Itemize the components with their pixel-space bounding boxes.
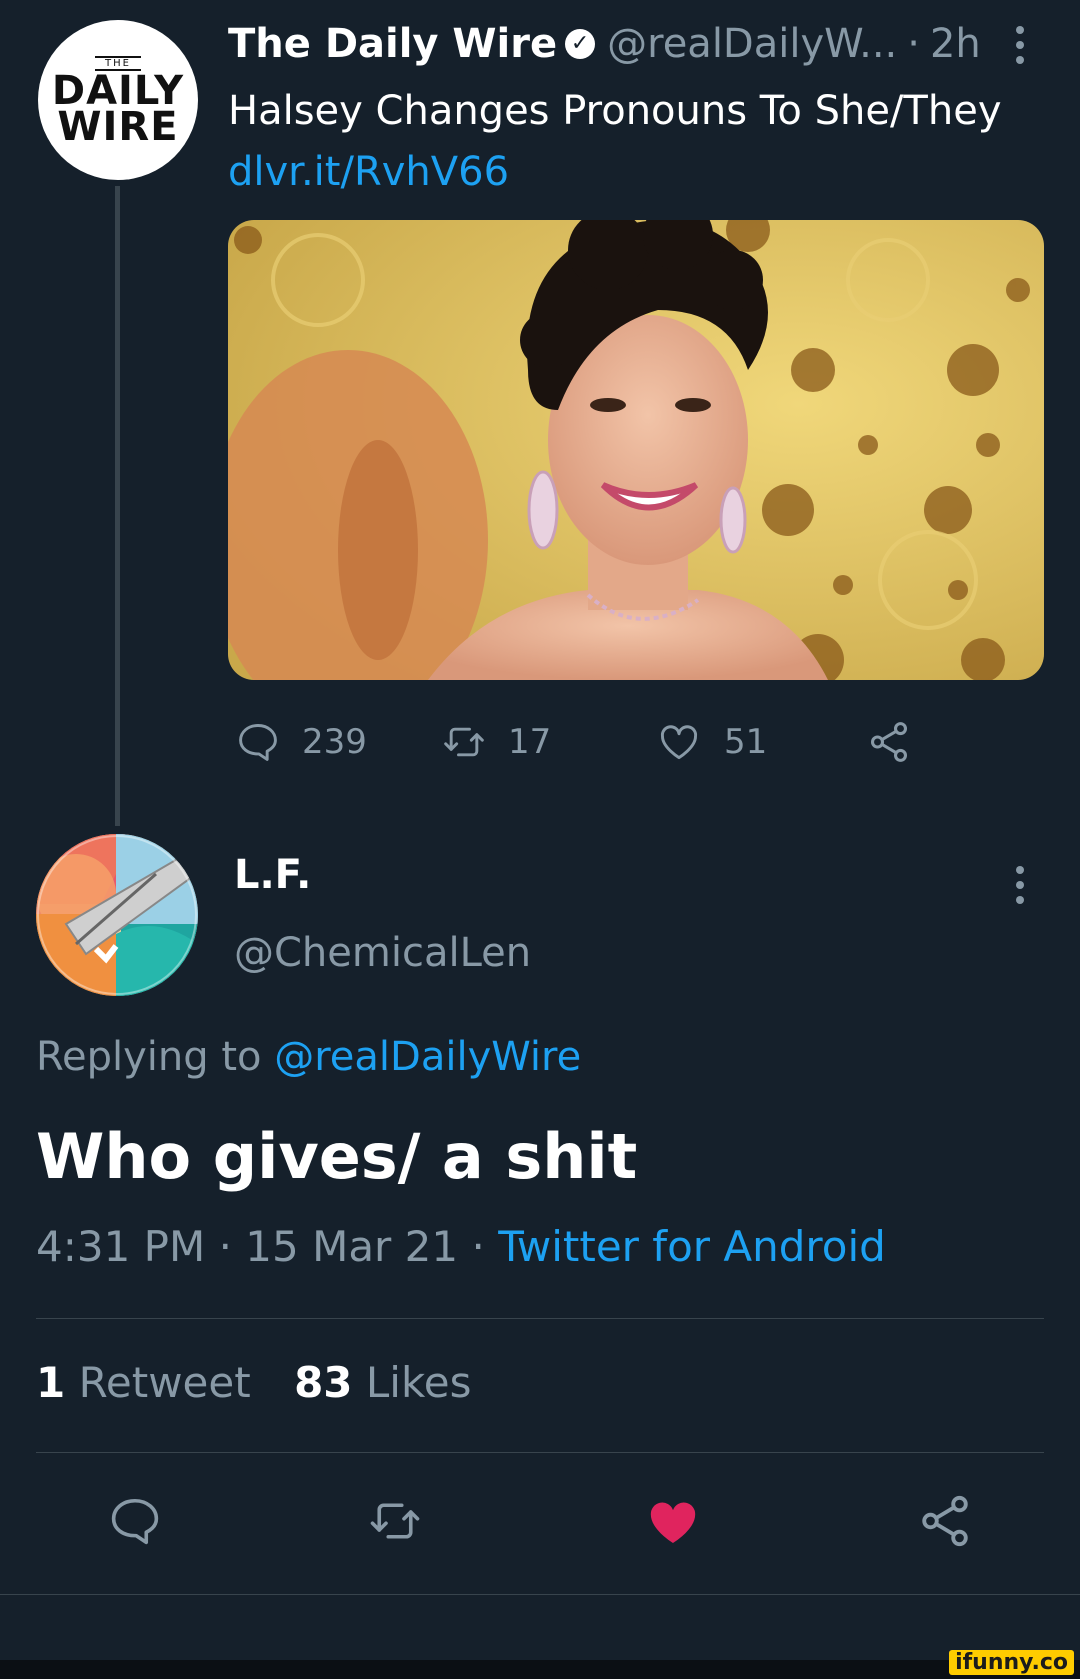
like-action[interactable]: 51: [656, 712, 767, 772]
parent-tweet-header: The Daily Wire ✓ @realDailyW... · 2h: [228, 16, 1020, 72]
footer-strip: [0, 1660, 1080, 1679]
divider: [36, 1318, 1044, 1319]
engagement-stats: 1 Retweet 83 Likes: [36, 1358, 472, 1407]
bottom-divider: [0, 1594, 1080, 1595]
daily-wire-avatar[interactable]: THE DAILY WIRE: [38, 20, 198, 180]
retweet-action[interactable]: 17: [442, 712, 551, 772]
reply-author-name[interactable]: L.F.: [234, 852, 311, 898]
share-icon: [870, 722, 908, 762]
verified-badge-icon: ✓: [565, 29, 596, 59]
share-icon[interactable]: [916, 1492, 974, 1550]
retweet-stat-label: Retweet: [78, 1358, 251, 1407]
like-stat-label: Likes: [365, 1358, 472, 1407]
reply-count: 239: [302, 722, 367, 762]
like-icon: [660, 725, 698, 760]
reply-icon: [239, 724, 277, 761]
retweet-icon[interactable]: [368, 1494, 422, 1548]
like-stat-count: 83: [294, 1358, 353, 1407]
parent-tweet-link[interactable]: dlvr.it/RvhV66: [228, 144, 509, 200]
reply-timestamp[interactable]: 4:31 PM · 15 Mar 21 ·: [36, 1222, 485, 1271]
photo-illustration: [228, 220, 1044, 680]
reply-tweet-meta: 4:31 PM · 15 Mar 21 · Twitter for Androi…: [36, 1222, 886, 1271]
reply-icon[interactable]: [108, 1494, 162, 1548]
replying-prefix: Replying to: [36, 1034, 262, 1080]
avatar-illustration: [36, 834, 198, 996]
parent-tweet-text: Halsey Changes Pronouns To She/They: [228, 88, 1002, 134]
replying-to: Replying to @realDailyWire: [36, 1034, 581, 1080]
tweet-media-photo[interactable]: [228, 220, 1044, 680]
reply-tweet-text: Who gives/ a shit: [36, 1120, 638, 1193]
retweets-stat[interactable]: 1 Retweet: [36, 1358, 264, 1407]
like-icon[interactable]: [644, 1494, 702, 1550]
reply-source-link[interactable]: Twitter for Android: [498, 1222, 886, 1271]
likes-stat[interactable]: 83 Likes: [294, 1358, 471, 1407]
share-action[interactable]: [866, 712, 934, 772]
header-separator: ·: [907, 21, 920, 67]
parent-author-handle[interactable]: @realDailyW...: [607, 21, 897, 67]
like-count: 51: [724, 722, 768, 762]
retweet-icon: [444, 727, 484, 757]
more-icon[interactable]: [1008, 26, 1032, 64]
retweet-count: 17: [508, 722, 552, 762]
parent-tweet-time[interactable]: 2h: [930, 21, 981, 67]
retweet-stat-count: 1: [36, 1358, 66, 1407]
thread-connector-line: [115, 186, 120, 826]
reply-action[interactable]: 239: [236, 712, 367, 772]
ifunny-watermark: ifunny.co: [949, 1650, 1074, 1675]
avatar-logo-line2: WIRE: [57, 103, 179, 150]
reply-author-handle[interactable]: @ChemicalLen: [234, 930, 531, 976]
parent-author-name[interactable]: The Daily Wire: [228, 21, 557, 67]
reply-author-avatar[interactable]: [36, 834, 198, 996]
divider: [36, 1452, 1044, 1453]
more-icon[interactable]: [1008, 866, 1032, 904]
replying-handle-link[interactable]: @realDailyWire: [274, 1034, 581, 1080]
